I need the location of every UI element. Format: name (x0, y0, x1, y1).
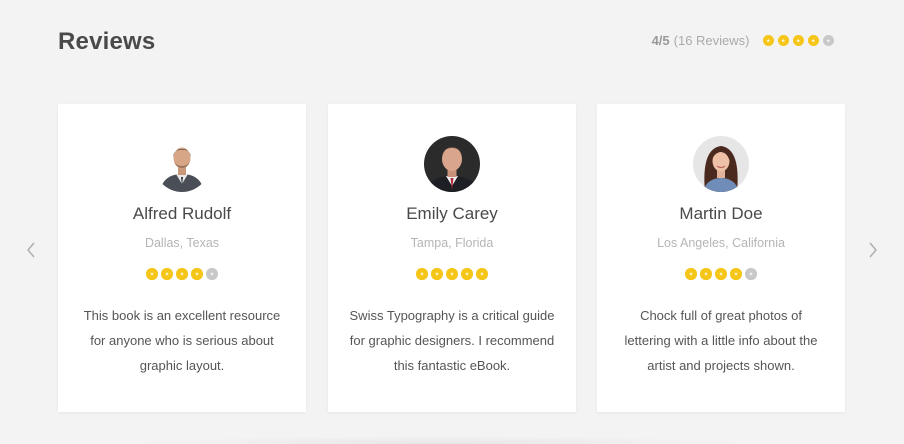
star-filled-icon (715, 268, 727, 280)
star-empty-icon (206, 268, 218, 280)
summary-stars (762, 34, 834, 47)
star-filled-icon (431, 268, 443, 280)
star-filled-icon (700, 268, 712, 280)
star-filled-icon (146, 268, 158, 280)
review-card: Alfred Rudolf Dallas, Texas This book is… (58, 104, 306, 412)
star-filled-icon (807, 34, 819, 47)
reviewer-location: Dallas, Texas (144, 236, 220, 250)
chevron-right-icon (868, 242, 878, 263)
star-filled-icon (476, 268, 488, 280)
star-filled-icon (762, 34, 774, 47)
star-filled-icon (446, 268, 458, 280)
review-card: Martin Doe Los Angeles, California Chock… (597, 104, 845, 412)
reviewer-location: Los Angeles, California (657, 236, 785, 250)
review-count: (16 Reviews) (673, 33, 750, 48)
reviewer-name: Emily Carey (406, 204, 498, 223)
review-text: Chock full of great photos of lettering … (624, 307, 818, 373)
review-text: Swiss Typography is a critical guide for… (349, 307, 555, 373)
star-filled-icon (191, 268, 203, 280)
page-title: Reviews (58, 28, 156, 55)
review-stars (328, 268, 576, 280)
reviewer-name: Alfred Rudolf (132, 204, 232, 223)
chevron-left-icon (26, 242, 36, 263)
star-filled-icon (176, 268, 188, 280)
star-filled-icon (685, 268, 697, 280)
star-filled-icon (461, 268, 473, 280)
reviewer-name: Martin Doe (679, 204, 763, 223)
review-stars (58, 268, 306, 280)
previous-button[interactable] (24, 242, 38, 263)
review-stars (597, 268, 845, 280)
avatar (424, 136, 480, 192)
review-card: Emily Carey Tampa, Florida Swiss Typogra… (328, 104, 576, 412)
avatar (693, 136, 749, 192)
star-empty-icon (822, 34, 834, 47)
review-text: This book is an excellent resource for a… (83, 307, 281, 373)
star-empty-icon (745, 268, 757, 280)
reviewer-location: Tampa, Florida (410, 236, 494, 250)
rating-summary: 4/5 (16 Reviews) (652, 33, 834, 48)
star-filled-icon (161, 268, 173, 280)
rating-score: 4/5 (651, 33, 670, 48)
star-filled-icon (777, 34, 789, 47)
next-button[interactable] (866, 242, 880, 263)
star-filled-icon (792, 34, 804, 47)
carousel-shadow (130, 436, 750, 444)
star-filled-icon (416, 268, 428, 280)
avatar (154, 136, 210, 192)
star-filled-icon (730, 268, 742, 280)
